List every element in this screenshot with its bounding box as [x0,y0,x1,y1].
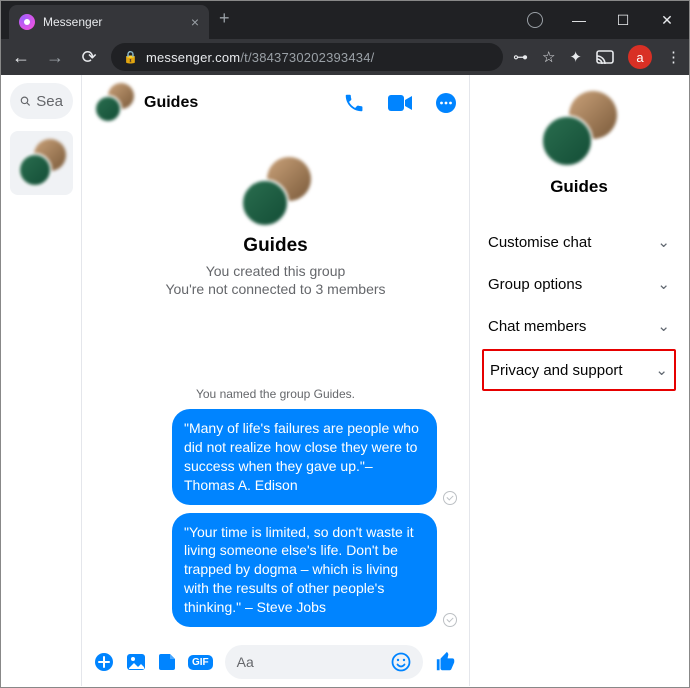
add-button[interactable] [94,652,114,672]
group-avatar [18,139,66,187]
maximize-button[interactable]: ☐ [601,12,645,29]
details-hero: Guides [474,91,684,197]
details-panel: Guides Customise chat ⌄ Group options ⌄ … [470,75,688,686]
lock-icon: 🔒 [123,50,138,64]
more-options-button[interactable] [435,92,457,114]
chevron-down-icon: ⌄ [655,361,668,379]
password-key-icon[interactable]: ⊶ [513,48,528,66]
bookmark-star-icon[interactable]: ☆ [542,48,555,66]
composer: GIF Aa [82,638,469,686]
chevron-down-icon: ⌄ [657,317,670,335]
sticker-button[interactable] [158,653,176,671]
conversation-item[interactable] [10,131,73,195]
browser-tab[interactable]: Messenger × [9,5,209,39]
tab-title: Messenger [43,15,183,29]
detail-row-customise[interactable]: Customise chat ⌄ [474,221,684,263]
chat-header-avatar[interactable] [94,83,134,123]
window-controls: ― ☐ ✕ [513,5,689,35]
group-hero-sub1: You created this group [206,263,346,279]
details-title: Guides [550,177,608,197]
browser-toolbar: ← → ⟳ 🔒 messenger.com/t/3843730202393434… [1,39,689,75]
group-hero-avatar [241,157,311,227]
chat-title[interactable]: Guides [144,94,333,112]
messenger-favicon [19,14,35,30]
reload-button[interactable]: ⟳ [77,47,101,68]
search-icon [20,93,30,109]
back-button[interactable]: ← [9,47,33,68]
group-hero-sub2: You're not connected to 3 members [165,281,385,297]
message-row: "Many of life's failures are people who … [94,409,457,505]
forward-button[interactable]: → [43,47,67,68]
system-message: You named the group Guides. [94,387,457,401]
detail-label: Privacy and support [490,362,623,379]
incognito-indicator-icon [513,12,557,28]
detail-row-group-options[interactable]: Group options ⌄ [474,263,684,305]
photo-button[interactable] [126,653,146,671]
url-text: messenger.com/t/3843730202393434/ [146,50,375,65]
highlighted-row: Privacy and support ⌄ [482,349,676,391]
profile-avatar[interactable]: a [628,45,652,69]
browser-titlebar: Messenger × + ― ☐ ✕ [1,1,689,39]
close-tab-icon[interactable]: × [191,14,199,30]
delivered-icon [443,491,457,505]
chat-header: Guides [82,75,469,131]
close-window-button[interactable]: ✕ [645,12,689,29]
emoji-picker-icon[interactable] [391,652,411,672]
detail-label: Customise chat [488,234,591,251]
audio-call-button[interactable] [343,92,365,114]
search-input[interactable]: Sea [10,83,73,119]
message-input[interactable]: Aa [225,645,423,679]
gif-button[interactable]: GIF [188,655,213,670]
message-bubble[interactable]: "Your time is limited, so don't waste it… [172,513,437,627]
details-avatar[interactable] [541,91,617,167]
cast-icon[interactable] [596,50,614,64]
search-placeholder: Sea [36,93,63,110]
detail-row-privacy[interactable]: Privacy and support ⌄ [484,351,674,389]
chevron-down-icon: ⌄ [657,233,670,251]
new-tab-button[interactable]: + [209,8,240,29]
message-bubble[interactable]: "Many of life's failures are people who … [172,409,437,505]
address-bar[interactable]: 🔒 messenger.com/t/3843730202393434/ [111,43,503,71]
like-button[interactable] [435,651,457,673]
group-hero-title: Guides [243,235,307,257]
message-row: "Your time is limited, so don't waste it… [94,513,457,627]
detail-label: Chat members [488,318,586,335]
group-hero: Guides You created this group You're not… [94,157,457,297]
conversation-rail: Sea [2,75,82,686]
message-placeholder: Aa [237,654,254,670]
minimize-button[interactable]: ― [557,12,601,28]
delivered-icon [443,613,457,627]
extensions-icon[interactable]: ✦ [569,48,582,66]
chevron-down-icon: ⌄ [657,275,670,293]
chat-column: Guides Guides You created this group You… [82,75,470,686]
chat-body: Guides You created this group You're not… [82,131,469,638]
detail-label: Group options [488,276,582,293]
messenger-app: Sea Guides Gui [2,75,688,686]
kebab-menu-icon[interactable]: ⋮ [666,48,681,66]
detail-row-chat-members[interactable]: Chat members ⌄ [474,305,684,347]
video-call-button[interactable] [387,94,413,112]
